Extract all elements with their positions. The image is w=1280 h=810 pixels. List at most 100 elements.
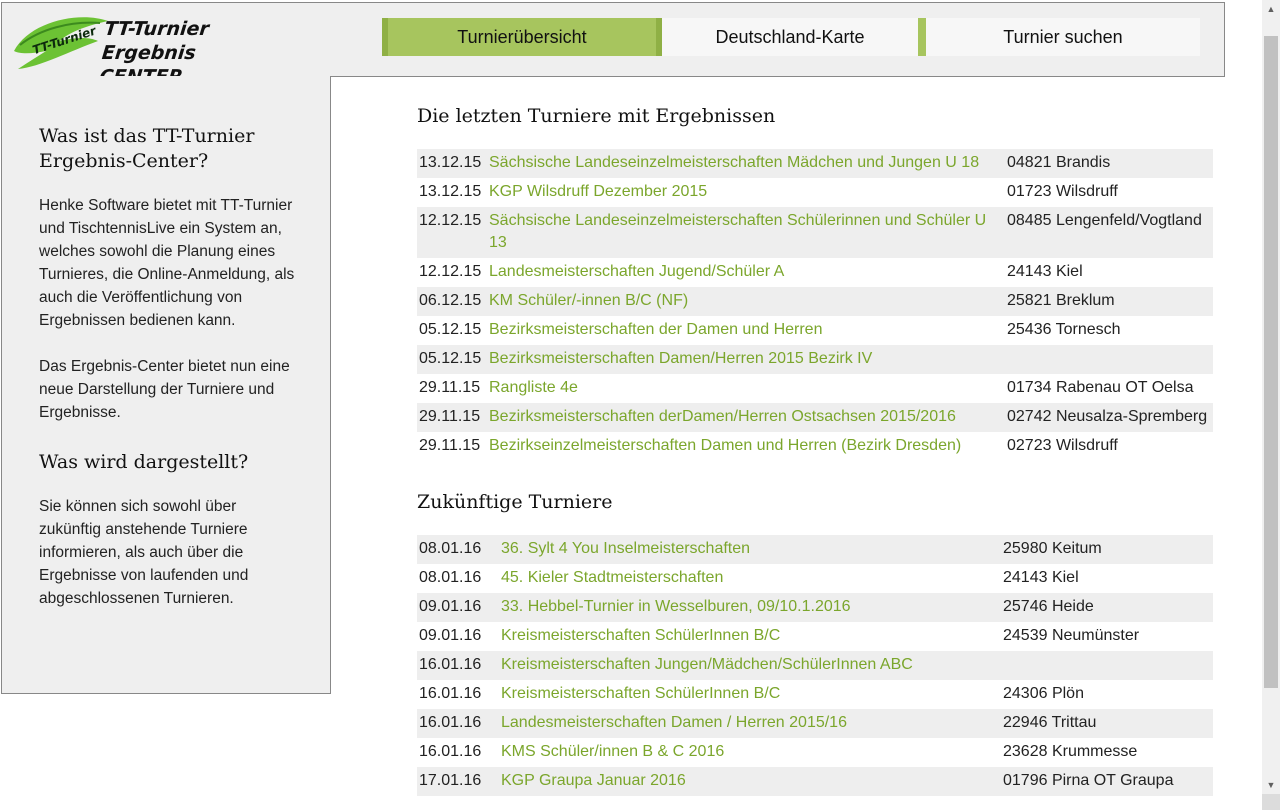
tournament-name-cell: Rangliste 4e	[487, 374, 1005, 403]
nav-deutschland-karte[interactable]: Deutschland-Karte	[662, 18, 926, 56]
sidebar-heading-what-shown: Was wird dargestellt?	[39, 451, 249, 473]
tournament-name-cell: 45. Kieler Stadtmeisterschaften	[499, 564, 1001, 593]
scrollbar-thumb[interactable]	[1264, 36, 1278, 688]
tournament-link[interactable]: 36. Sylt 4 You Inselmeisterschaften	[501, 540, 750, 557]
tournament-name-cell: KMS Schüler/innen B & C 2016	[499, 738, 1001, 767]
tournament-date: 09.01.16	[417, 593, 499, 622]
tournament-name-cell: 33. Hebbel-Turnier in Wesselburen, 09/10…	[499, 593, 1001, 622]
tournament-link[interactable]: Landesmeisterschaften Damen / Herren 201…	[501, 714, 847, 731]
tournament-link[interactable]: Bezirksmeisterschaften der Damen und Her…	[489, 321, 822, 338]
tournament-link[interactable]: Sächsische Landeseinzelmeisterschaften M…	[489, 154, 979, 171]
tournament-date: 13.12.15	[419, 183, 482, 200]
table-row: 16.01.16 KMS Schüler/innen B & C 2016 2362…	[417, 738, 1213, 767]
tournament-date: 05.12.15	[419, 321, 482, 338]
table-row: 12.12.15 Sächsische Landeseinzelmeistersc…	[417, 207, 1213, 258]
tournament-place	[1005, 345, 1213, 374]
tournament-name-cell: Bezirksmeisterschaften der Damen und Her…	[487, 316, 1005, 345]
table-row: 29.11.15 Bezirkseinzelmeisterschaften Dam…	[417, 432, 1213, 461]
tournament-place: 08485 Lengenfeld/Vogtland	[1005, 207, 1213, 258]
tournament-date: 16.01.16	[417, 651, 499, 680]
logo-swoosh-icon: TT-Turnier	[14, 17, 108, 69]
tournament-link[interactable]: Rangliste 4e	[489, 379, 578, 396]
main-nav: Turnierübersicht Deutschland-Karte Turni…	[382, 18, 1200, 58]
logo[interactable]: TT-Turnier TT-Turnier Ergebnis CENTER	[10, 11, 260, 88]
tournament-place: 24539 Neumünster	[1003, 627, 1140, 644]
table-row: 16.01.16 Kreismeisterschaften Jungen/Mädc…	[417, 651, 1213, 680]
scrollbar[interactable]: ▲ ▼	[1262, 0, 1280, 810]
tournament-link[interactable]: Bezirksmeisterschaften Damen/Herren 2015…	[489, 350, 872, 367]
sidebar-paragraph: Sie können sich sowohl über zukünftig an…	[39, 498, 249, 607]
tournament-link[interactable]: KGP Graupa Januar 2016	[501, 772, 686, 789]
tournament-place: 01723 Wilsdruff	[1007, 183, 1118, 200]
tournament-date: 12.12.15	[419, 263, 482, 280]
tournament-link[interactable]: KGP Wilsdruff Dezember 2015	[489, 183, 707, 200]
sidebar-paragraph: Henke Software bietet mit TT-Turnier und…	[39, 197, 295, 329]
tournament-link[interactable]: 45. Kieler Stadtmeisterschaften	[501, 569, 723, 586]
tournament-date: 12.12.15	[417, 207, 487, 258]
table-row: 17.01.16 KGP Graupa Januar 2016 01796 Pirn…	[417, 767, 1213, 796]
tournament-link[interactable]: Sächsische Landeseinzelmeisterschaften S…	[489, 212, 986, 251]
tournament-link[interactable]: Kreismeisterschaften Jungen/Mädchen/Schü…	[501, 656, 913, 673]
tournament-name-cell: KGP Graupa Januar 2016	[499, 767, 1001, 796]
tournament-name-cell: Landesmeisterschaften Jugend/Schüler A	[487, 258, 1005, 287]
tournament-name-cell: KGP Wilsdruff Dezember 2015	[487, 178, 1005, 207]
tournament-date: 05.12.15	[417, 345, 487, 374]
tournament-place: 01796 Pirna OT Graupa	[1001, 767, 1213, 796]
scroll-down-arrow-icon[interactable]: ▼	[1262, 776, 1280, 794]
sidebar-heading-what-is: Was ist das TT-Turnier Ergebnis-Center?	[39, 125, 255, 172]
sidebar: Was ist das TT-Turnier Ergebnis-Center? …	[1, 76, 331, 694]
tournament-date: 29.11.15	[419, 437, 481, 454]
tournament-place: 25821 Breklum	[1005, 287, 1213, 316]
tournament-date: 08.01.16	[417, 535, 499, 564]
tournament-link[interactable]: Landesmeisterschaften Jugend/Schüler A	[489, 263, 784, 280]
table-row: 13.12.15 KGP Wilsdruff Dezember 2015 01723…	[417, 178, 1213, 207]
tournament-place: 01734 Rabenau OT Oelsa	[1007, 379, 1194, 396]
table-row: 09.01.16 33. Hebbel-Turnier in Wesselbure…	[417, 593, 1213, 622]
tournament-date: 06.12.15	[417, 287, 487, 316]
tournament-place: 02742 Neusalza-Spremberg	[1005, 403, 1213, 432]
table-row: 08.01.16 36. Sylt 4 You Inselmeisterschaf…	[417, 535, 1213, 564]
tournament-link[interactable]: Kreismeisterschaften SchülerInnen B/C	[501, 685, 780, 702]
table-row: 06.12.15 KM Schüler/-innen B/C (NF) 25821 …	[417, 287, 1213, 316]
table-row: 13.12.15 Sächsische Landeseinzelmeistersc…	[417, 149, 1213, 178]
tournament-name-cell: Sächsische Landeseinzelmeisterschaften S…	[487, 207, 1005, 258]
tournament-place: 25436 Tornesch	[1007, 321, 1121, 338]
table-row: 09.01.16 Kreismeisterschaften SchülerInne…	[417, 622, 1213, 651]
tournament-place: 22946 Trittau	[1001, 709, 1213, 738]
tournament-place: 24143 Kiel	[1007, 263, 1083, 280]
tournament-name-cell: Landesmeisterschaften Damen / Herren 201…	[499, 709, 1001, 738]
tournament-link[interactable]: Kreismeisterschaften SchülerInnen B/C	[501, 627, 780, 644]
main-content: Die letzten Turniere mit Ergebnissen 13.…	[417, 95, 1213, 796]
upcoming-tournaments-table: 08.01.16 36. Sylt 4 You Inselmeisterschaf…	[417, 535, 1213, 796]
nav-turnier-suchen[interactable]: Turnier suchen	[926, 18, 1200, 56]
table-row: 29.11.15 Bezirksmeisterschaften derDamen/…	[417, 403, 1213, 432]
tournament-name-cell: Bezirksmeisterschaften Damen/Herren 2015…	[487, 345, 1005, 374]
tournament-link[interactable]: Bezirksmeisterschaften derDamen/Herren O…	[489, 408, 956, 425]
table-row: 16.01.16 Landesmeisterschaften Damen / He…	[417, 709, 1213, 738]
tournament-date: 17.01.16	[417, 767, 499, 796]
tournament-link[interactable]: KMS Schüler/innen B & C 2016	[501, 743, 724, 760]
tournament-name-cell: Kreismeisterschaften Jungen/Mädchen/Schü…	[499, 651, 1001, 680]
tournament-date: 16.01.16	[419, 743, 482, 760]
section-title-upcoming: Zukünftige Turniere	[417, 491, 613, 513]
sidebar-paragraph: Das Ergebnis-Center bietet nun eine neue…	[39, 358, 290, 421]
nav-turnieruebersicht[interactable]: Turnierübersicht	[382, 18, 662, 56]
table-row: 05.12.15 Bezirksmeisterschaften der Damen…	[417, 316, 1213, 345]
header: TT-Turnier TT-Turnier Ergebnis CENTER Tu…	[1, 2, 1225, 88]
tournament-place	[1001, 651, 1213, 680]
tournament-link[interactable]: 33. Hebbel-Turnier in Wesselburen, 09/10…	[501, 598, 851, 615]
tournament-date: 16.01.16	[417, 709, 499, 738]
tournament-date: 29.11.15	[419, 379, 481, 396]
tournament-name-cell: Bezirksmeisterschaften derDamen/Herren O…	[487, 403, 1005, 432]
scroll-up-arrow-icon[interactable]: ▲	[1262, 0, 1280, 18]
tournament-link[interactable]: Bezirkseinzelmeisterschaften Damen und H…	[489, 437, 961, 454]
logo-line1: TT-Turnier	[103, 18, 211, 40]
tournament-name-cell: Bezirkseinzelmeisterschaften Damen und H…	[487, 432, 1005, 461]
tournament-date: 13.12.15	[417, 149, 487, 178]
tournament-name-cell: Kreismeisterschaften SchülerInnen B/C	[499, 680, 1001, 709]
tournament-date: 09.01.16	[419, 627, 482, 644]
tournament-link[interactable]: KM Schüler/-innen B/C (NF)	[489, 292, 688, 309]
recent-tournaments-table: 13.12.15 Sächsische Landeseinzelmeistersc…	[417, 149, 1213, 461]
tournament-date: 29.11.15	[417, 403, 487, 432]
tournament-place: 02723 Wilsdruff	[1007, 437, 1118, 454]
